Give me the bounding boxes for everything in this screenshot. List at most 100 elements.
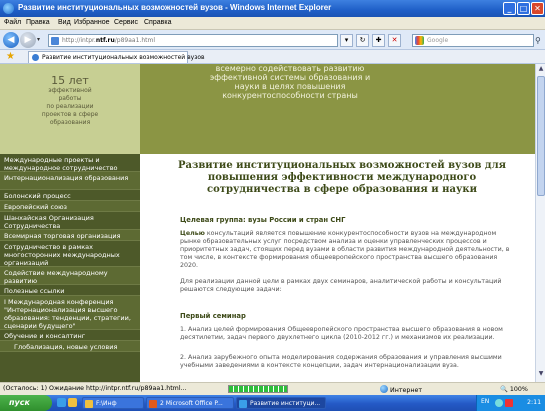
target-group: Целевая группа: вузы России и стран СНГ: [180, 216, 346, 224]
search-placeholder: Google: [427, 37, 449, 44]
refresh-icon[interactable]: ↻: [356, 34, 369, 47]
globe-icon: [380, 385, 388, 393]
maximize-button[interactable]: □: [517, 2, 530, 15]
page-load-progress: [228, 385, 288, 393]
task-item-1: 1. Анализ целей формирования Общеевропей…: [180, 326, 503, 341]
taskbar-item-folder[interactable]: F:\Инф: [82, 397, 144, 409]
zone-label: Интернет: [390, 387, 423, 394]
sidebar-item-multilateral[interactable]: Сотрудничество в рамках многосторонних м…: [0, 241, 140, 267]
window-title-bar: Развитие институциональных возможностей …: [0, 0, 545, 17]
status-text: (Осталось: 1) Ожидание http://intpr.ntf.…: [3, 385, 187, 392]
badge-line: эффективной: [48, 87, 92, 94]
sidebar-item-international-projects[interactable]: Международные проекты и международное со…: [0, 154, 140, 172]
slogan-line: эффективной системы образования и: [209, 73, 371, 82]
scroll-up-icon[interactable]: ▲: [537, 65, 545, 75]
slogan-line: всемерно содействовать развитию: [215, 64, 365, 73]
banner-right: всемерно содействовать развитию эффектив…: [140, 64, 535, 154]
anniversary-badge: 15 лет эффективной работы по реализации …: [22, 64, 118, 149]
system-tray: EN 2:11: [476, 395, 545, 411]
stop-icon[interactable]: ✕: [388, 34, 401, 47]
google-logo-icon: [415, 36, 424, 45]
sidebar-item-conference[interactable]: I Международная конференция "Интернацион…: [0, 296, 140, 330]
search-input[interactable]: Google: [412, 34, 534, 47]
goal-paragraph: Целью консультаций является повышение ко…: [180, 230, 516, 270]
badge-years: 15 лет: [51, 74, 89, 87]
menu-tools[interactable]: Сервис: [114, 19, 138, 26]
sidebar-item-wto[interactable]: Всемирная торговая организация: [0, 230, 140, 241]
rss-icon[interactable]: ✚: [372, 34, 385, 47]
task-label: Развитие институци...: [250, 400, 321, 407]
tab-title: Развитие институциональных возможностей …: [42, 54, 205, 61]
sidebar-item-eu[interactable]: Европейский союз: [0, 201, 140, 212]
menu-help[interactable]: Справка: [144, 19, 171, 26]
scroll-down-icon[interactable]: ▼: [537, 370, 545, 380]
menu-edit[interactable]: Правка: [26, 19, 50, 26]
menu-favorites[interactable]: Избранное: [74, 19, 109, 26]
address-url: http://intpr.ntf.ru/p89aa1.html: [62, 37, 155, 44]
search-icon[interactable]: ⚲: [535, 36, 541, 45]
badge-line: образования: [49, 119, 91, 126]
badge-line: работы: [58, 95, 82, 102]
intro-paragraph: Для реализации данной цели в рамках двух…: [180, 278, 502, 293]
badge-line: по реализации: [46, 103, 94, 110]
language-indicator[interactable]: EN: [481, 398, 489, 405]
tab-current[interactable]: Развитие институциональных возможностей …: [28, 51, 205, 63]
favorites-star-icon[interactable]: ★: [6, 51, 15, 63]
task-label: F:\Инф: [96, 400, 117, 407]
menu-view[interactable]: Вид: [58, 19, 71, 26]
minimize-button[interactable]: _: [503, 2, 516, 15]
badge-line: проектов в сфере: [41, 111, 99, 118]
tab-bar: ★ Развитие институциональных возможносте…: [0, 50, 545, 64]
start-button[interactable]: пуск: [0, 395, 52, 411]
task-item-2: 2. Анализ зарубежного опыта моделировани…: [180, 354, 502, 369]
sidebar-item-globalization[interactable]: Глобализация, новые условия: [0, 341, 140, 352]
ie-icon: [239, 400, 247, 408]
vertical-scrollbar[interactable]: ▲ ▼: [535, 64, 545, 382]
security-zone: Интернет: [380, 385, 422, 394]
powerpoint-icon: [149, 400, 157, 408]
sidebar-item-internationalization[interactable]: Интернационализация образования: [0, 172, 140, 190]
task-label: 2 Microsoft Office P...: [160, 400, 223, 407]
slogan-line: науки в целях повышения: [234, 82, 346, 91]
goal-text: консультаций является повышение конкурен…: [180, 230, 510, 269]
taskbar: пуск F:\Инф 2 Microsoft Office P... Разв…: [0, 395, 545, 411]
history-dropdown-icon[interactable]: ▾: [37, 36, 40, 43]
quicklaunch-folder-icon[interactable]: [68, 398, 77, 407]
goal-lead: Целью: [180, 230, 205, 237]
scroll-thumb[interactable]: [537, 76, 545, 196]
banner-slogan: всемерно содействовать развитию эффектив…: [140, 64, 440, 100]
sidebar-item-sco[interactable]: Шанхайская Организация Сотрудничества: [0, 212, 140, 230]
zoom-level[interactable]: 🔍 100%: [500, 385, 528, 393]
page-viewport: 15 лет эффективной работы по реализации …: [0, 64, 535, 382]
seminar-heading: Первый семинар: [180, 312, 246, 320]
sidebar-item-training[interactable]: Обучение и консалтинг: [0, 330, 140, 341]
navigation-bar: ◀ ▶ ▾ http://intpr.ntf.ru/p89aa1.html ▾ …: [0, 30, 545, 50]
page-title: Развитие институциональных возможностей …: [177, 160, 507, 195]
sidebar-item-development[interactable]: Содействие международному развитию: [0, 267, 140, 285]
window-title: Развитие институциональных возможностей …: [18, 3, 332, 12]
sidebar-item-bologna[interactable]: Болонский процесс: [0, 190, 140, 201]
taskbar-item-office[interactable]: 2 Microsoft Office P...: [146, 397, 234, 409]
main-content: Развитие институциональных возможностей …: [150, 154, 530, 382]
sidebar-nav: Международные проекты и международное со…: [0, 154, 140, 382]
menu-file[interactable]: Файл: [4, 19, 21, 26]
antivirus-icon[interactable]: [505, 399, 513, 407]
internet-explorer-icon: [3, 3, 14, 14]
menu-bar: Файл Правка Вид Избранное Сервис Справка: [0, 17, 545, 30]
back-icon[interactable]: ◀: [3, 32, 19, 48]
slogan-line: конкурентоспособности страны: [222, 91, 358, 100]
network-icon[interactable]: [495, 399, 503, 407]
clock: 2:11: [527, 399, 542, 406]
sidebar-item-links[interactable]: Полезные ссылки: [0, 285, 140, 296]
status-bar: (Осталось: 1) Ожидание http://intpr.ntf.…: [0, 382, 545, 395]
taskbar-item-browser[interactable]: Развитие институци...: [236, 397, 326, 409]
quicklaunch-ie-icon[interactable]: [57, 398, 66, 407]
close-button[interactable]: ✕: [531, 2, 544, 15]
zoom-label: 100%: [509, 386, 528, 393]
forward-icon[interactable]: ▶: [20, 32, 36, 48]
address-bar[interactable]: http://intpr.ntf.ru/p89aa1.html: [48, 34, 338, 47]
tab-page-icon: [32, 54, 39, 61]
address-dropdown-icon[interactable]: ▾: [340, 34, 353, 47]
page-icon: [51, 37, 59, 45]
banner-left: 15 лет эффективной работы по реализации …: [0, 64, 140, 154]
